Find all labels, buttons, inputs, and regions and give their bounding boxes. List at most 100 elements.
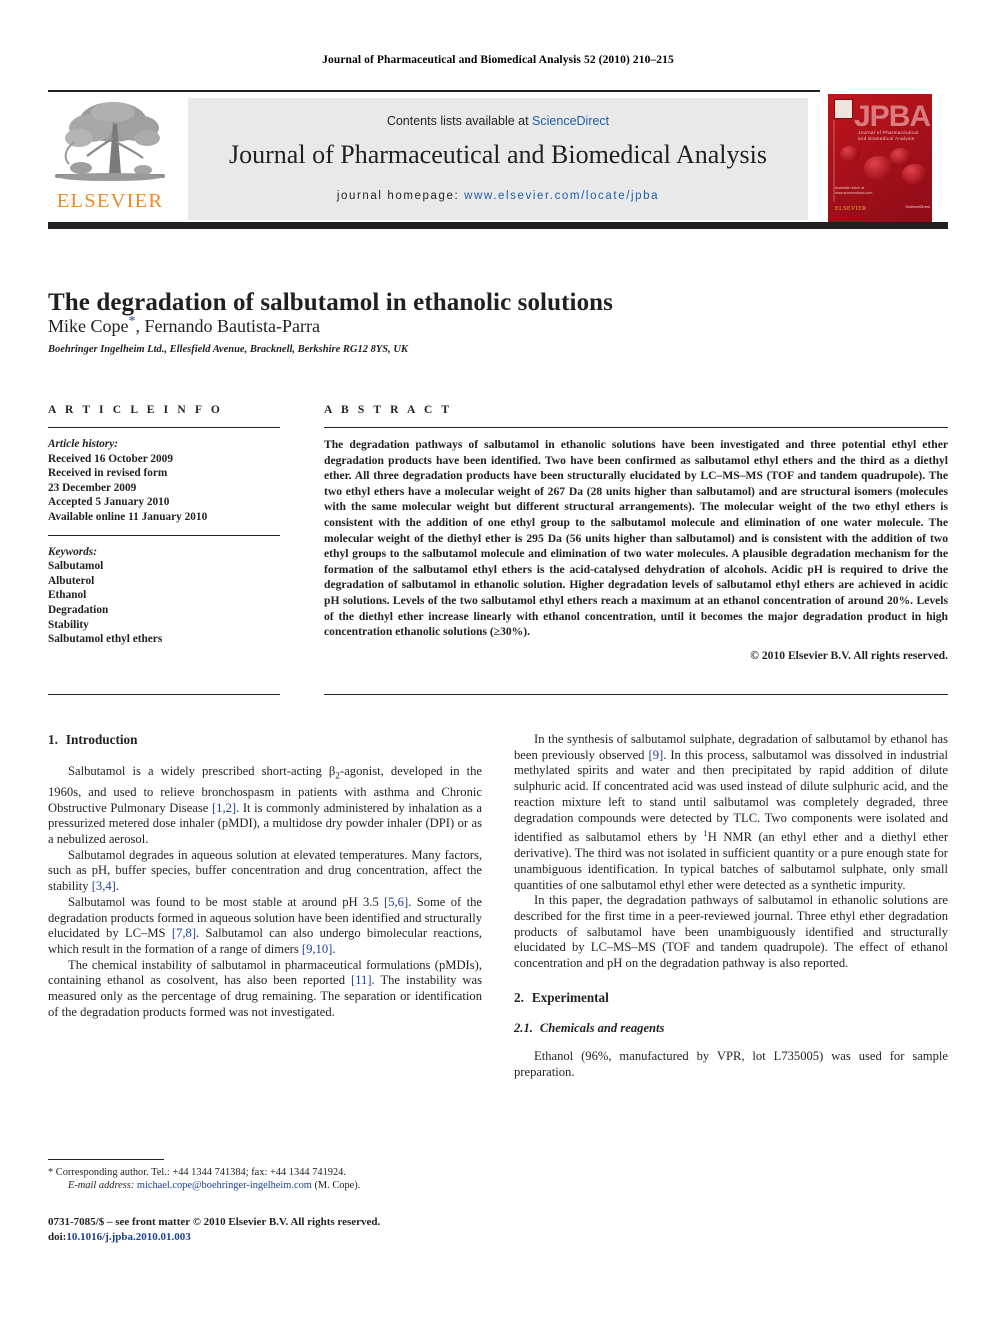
paragraph: Salbutamol degrades in aqueous solution … <box>48 848 482 895</box>
text-run: Salbutamol is a widely prescribed short-… <box>68 763 329 778</box>
abstract-copyright: © 2010 Elsevier B.V. All rights reserved… <box>750 648 948 662</box>
doi-link[interactable]: 10.1016/j.jpba.2010.01.003 <box>66 1231 190 1243</box>
paragraph: Ethanol (96%, manufactured by VPR, lot L… <box>514 1049 948 1079</box>
contents-available-line: Contents lists available at ScienceDirec… <box>188 114 808 128</box>
article-info-section: A R T I C L E I N F O Article history: R… <box>48 404 280 647</box>
elsevier-logo: ELSEVIER <box>51 98 169 218</box>
footnote-text: Corresponding author. Tel.: +44 1344 741… <box>53 1167 346 1178</box>
body-column-left: 1. Introduction Salbutamol is a widely pr… <box>48 732 482 1020</box>
footnote-block: * Corresponding author. Tel.: +44 1344 7… <box>48 1166 482 1193</box>
citation-link[interactable]: [7,8] <box>172 926 196 940</box>
masthead-bottom-rule <box>48 222 948 229</box>
doi-label: doi: <box>48 1230 67 1243</box>
elsevier-wordmark: ELSEVIER <box>56 190 164 212</box>
history-item: Available online 11 January 2010 <box>48 510 208 523</box>
paragraph: In the synthesis of salbutamol sulphate,… <box>514 732 948 893</box>
section-title: Experimental <box>531 989 609 1005</box>
paragraph: The chemical instability of salbutamol i… <box>48 958 482 1021</box>
journal-masthead: ELSEVIER Contents lists available at Sci… <box>48 90 948 230</box>
cover-blob-icon <box>902 164 928 184</box>
text-run: Salbutamol was found to be most stable a… <box>68 894 385 909</box>
section-number: 2. <box>514 989 524 1005</box>
doi-line: doi:10.1016/j.jpba.2010.01.003 <box>48 1230 508 1245</box>
keywords-label: Keywords: <box>48 545 97 558</box>
footnote-rule <box>48 1159 164 1160</box>
history-item: Received 16 October 2009 <box>48 452 173 465</box>
keyword-item: Stability <box>48 618 89 631</box>
abstract-heading: A B S T R A C T <box>324 404 453 416</box>
keywords-rule <box>48 534 280 536</box>
imprint-block: 0731-7085/$ – see front matter © 2010 El… <box>48 1215 508 1244</box>
citation-link[interactable]: [5,6] <box>384 895 408 909</box>
text-run: . <box>115 879 120 894</box>
running-head: Journal of Pharmaceutical and Biomedical… <box>322 54 674 66</box>
subsection-number: 2.1. <box>514 1021 533 1036</box>
issn-line: 0731-7085/$ – see front matter © 2010 El… <box>48 1216 381 1228</box>
homepage-label: journal homepage: <box>336 190 465 202</box>
cover-blob-icon <box>864 156 894 180</box>
article-info-bottom-rule <box>48 694 280 695</box>
subsection-heading-chemicals: 2.1. Chemicals and reagents <box>514 1021 948 1037</box>
section-number: 1. <box>48 732 58 747</box>
article-info-heading: A R T I C L E I N F O <box>48 404 223 416</box>
email-suffix: (M. Cope). <box>311 1180 361 1192</box>
text-run: . <box>332 941 336 956</box>
elsevier-tree-icon <box>51 98 169 190</box>
section-title: Introduction <box>65 732 138 747</box>
keyword-item: Albuterol <box>48 574 95 587</box>
subsection-title: Chemicals and reagents <box>539 1021 665 1036</box>
cover-blob-icon <box>840 146 860 161</box>
journal-cover-art: JPBA Journal of Pharmaceutical and Biome… <box>828 94 932 222</box>
sciencedirect-link[interactable]: ScienceDirect <box>532 114 609 128</box>
citation-link[interactable]: [11] <box>351 973 372 987</box>
journal-homepage-line: journal homepage: www.elsevier.com/locat… <box>188 190 808 202</box>
article-info-rule <box>48 427 280 428</box>
history-item: 23 December 2009 <box>48 481 137 494</box>
contents-prefix: Contents lists available at <box>386 114 533 128</box>
abstract-section: A B S T R A C T The degradation pathways… <box>324 404 948 662</box>
cover-brand-text: ScienceDirect <box>905 204 930 209</box>
cover-subtitle: Journal of Pharmaceutical and Biomedical… <box>858 130 919 141</box>
citation-link[interactable]: [9] <box>649 748 664 762</box>
journal-title: Journal of Pharmaceutical and Biomedical… <box>229 140 767 169</box>
email-link[interactable]: michael.cope@boehringer-ingelheim.com <box>137 1180 312 1191</box>
abstract-rule <box>324 427 948 428</box>
cover-corner-box-icon <box>834 99 853 119</box>
author-name-rest: , Fernando Bautista-Parra <box>135 316 320 336</box>
keyword-item: Ethanol <box>48 589 87 602</box>
history-item: Accepted 5 January 2010 <box>48 496 170 509</box>
paragraph: Salbutamol is a widely prescribed short-… <box>48 764 482 848</box>
keywords-list: Keywords: Salbutamol Albuterol Ethanol D… <box>48 545 280 647</box>
article-history-label: Article history: <box>48 438 118 450</box>
paragraph: Salbutamol was found to be most stable a… <box>48 895 482 958</box>
cover-elsevier-wordmark: ELSEVIER <box>835 206 867 212</box>
corresponding-author-marker: * <box>128 314 136 329</box>
corresponding-author-note: * Corresponding author. Tel.: +44 1344 7… <box>48 1166 482 1179</box>
keyword-item: Salbutamol ethyl ethers <box>48 633 163 646</box>
paragraph: In this paper, the degradation pathways … <box>514 893 948 971</box>
author-list: Mike Cope*, Fernando Bautista-Parra <box>48 314 948 337</box>
section-heading-experimental: 2. Experimental <box>514 990 948 1006</box>
keyword-item: Degradation <box>48 603 109 616</box>
email-label: E-mail address: <box>68 1180 135 1192</box>
journal-cover-thumbnail: JPBA Journal of Pharmaceutical and Biome… <box>820 90 948 222</box>
history-item: Received in revised form <box>48 467 168 480</box>
body-column-right: In the synthesis of salbutamol sulphate,… <box>514 732 948 1081</box>
citation-link[interactable]: [3,4] <box>92 879 116 893</box>
keyword-item: Salbutamol <box>48 560 104 573</box>
citation-link[interactable]: [1,2] <box>212 801 236 815</box>
masthead-top-rule <box>48 90 948 92</box>
section-heading-introduction: 1. Introduction <box>48 732 482 748</box>
cover-acronym: JPBA <box>854 100 931 133</box>
abstract-bottom-rule <box>324 694 948 695</box>
email-note: E-mail address: michael.cope@boehringer-… <box>48 1179 482 1192</box>
citation-link[interactable]: [9,10] <box>302 942 332 956</box>
cover-footer-text: Available online at www.sciencedirect.co… <box>835 186 873 195</box>
author-name: Mike Cope <box>48 316 129 336</box>
abstract-text: The degradation pathways of salbutamol i… <box>324 438 948 639</box>
masthead-band: Contents lists available at ScienceDirec… <box>188 98 808 220</box>
affiliation: Boehringer Ingelheim Ltd., Ellesfield Av… <box>48 344 408 355</box>
cover-blob-icon <box>890 148 912 165</box>
homepage-url-link[interactable]: www.elsevier.com/locate/jpba <box>464 190 659 202</box>
article-history: Article history: Received 16 October 200… <box>48 437 280 525</box>
